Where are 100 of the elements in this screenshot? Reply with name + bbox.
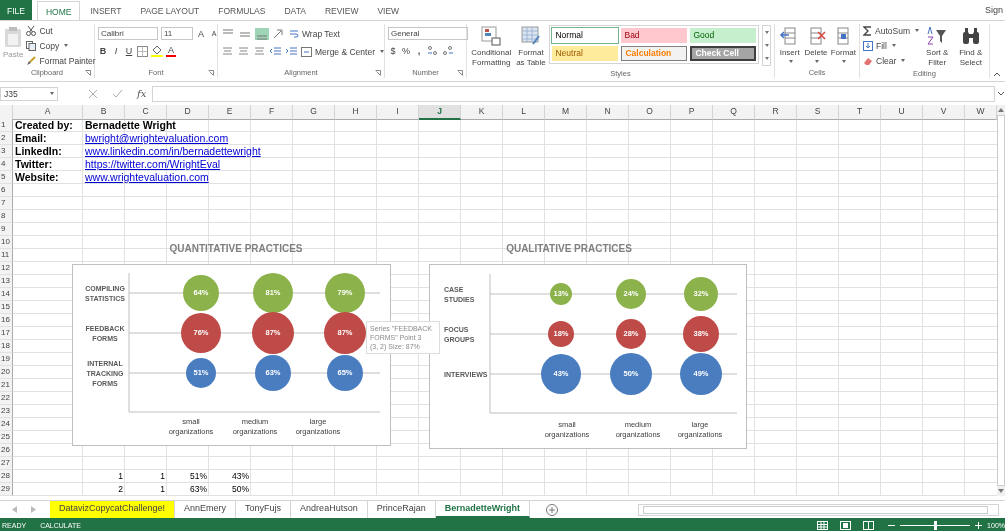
column-header[interactable]: U bbox=[881, 105, 923, 120]
column-header[interactable]: W bbox=[965, 105, 997, 120]
text-orientation-icon[interactable] bbox=[272, 27, 286, 40]
row-number[interactable]: 16 bbox=[0, 314, 13, 327]
column-header[interactable]: M bbox=[545, 105, 587, 120]
ribbon-tab[interactable]: PAGE LAYOUT bbox=[131, 0, 209, 20]
column-header[interactable]: V bbox=[923, 105, 965, 120]
column-header[interactable]: P bbox=[671, 105, 713, 120]
italic-button[interactable]: I bbox=[111, 46, 121, 56]
format-painter-button[interactable]: Format Painter bbox=[26, 54, 96, 67]
row-number[interactable]: 26 bbox=[0, 444, 13, 457]
clear-button[interactable]: Clear bbox=[863, 54, 919, 67]
enter-icon[interactable] bbox=[112, 88, 123, 99]
cell-style-option[interactable]: Good bbox=[690, 28, 757, 43]
row-number[interactable]: 23 bbox=[0, 405, 13, 418]
copy-button[interactable]: Copy bbox=[26, 39, 96, 52]
row-number[interactable]: 21 bbox=[0, 379, 13, 392]
column-header[interactable]: E bbox=[209, 105, 251, 120]
horizontal-scrollbar[interactable] bbox=[638, 503, 999, 516]
row-number[interactable]: 20 bbox=[0, 366, 13, 379]
sheet-tab[interactable]: DatavizCopycatChallenge! bbox=[50, 501, 176, 518]
decrease-decimal-icon[interactable] bbox=[442, 45, 454, 56]
row-number[interactable]: 22 bbox=[0, 392, 13, 405]
formula-input[interactable] bbox=[152, 85, 995, 102]
column-header[interactable]: N bbox=[587, 105, 629, 120]
ribbon-tab[interactable]: REVIEW bbox=[315, 0, 368, 20]
dialog-launcher-icon[interactable] bbox=[208, 70, 214, 76]
currency-button[interactable]: $ bbox=[388, 45, 398, 56]
row-number[interactable]: 2 bbox=[0, 132, 13, 145]
row-number[interactable]: 9 bbox=[0, 223, 13, 236]
gallery-scrollbar[interactable] bbox=[762, 25, 771, 66]
collapse-ribbon-icon[interactable] bbox=[993, 72, 1001, 77]
ribbon-tab[interactable]: DATA bbox=[275, 0, 315, 20]
row-number[interactable]: 25 bbox=[0, 431, 13, 444]
new-sheet-icon[interactable] bbox=[546, 503, 559, 516]
sort-filter-button[interactable]: Sort & Filter bbox=[921, 24, 953, 68]
hyperlink[interactable]: https://twitter.com/WrightEval bbox=[85, 158, 221, 170]
column-header[interactable]: S bbox=[797, 105, 839, 120]
row-number[interactable]: 29 bbox=[0, 483, 13, 496]
row-number[interactable]: 3 bbox=[0, 145, 13, 158]
column-header[interactable]: J bbox=[419, 105, 461, 120]
column-header[interactable]: G bbox=[293, 105, 335, 120]
find-select-button[interactable]: Find & Select bbox=[955, 24, 986, 68]
dialog-launcher-icon[interactable] bbox=[375, 70, 381, 76]
hyperlink[interactable]: www.wrightevaluation.com bbox=[85, 171, 209, 183]
bold-button[interactable]: B bbox=[98, 46, 108, 56]
percent-button[interactable]: % bbox=[401, 45, 411, 56]
conditional-formatting-button[interactable]: Conditional Formatting bbox=[470, 24, 513, 68]
ribbon-tab[interactable]: INSERT bbox=[81, 0, 131, 20]
cell-style-option[interactable]: Neutral bbox=[552, 46, 619, 61]
insert-function-button[interactable]: fx bbox=[137, 88, 147, 99]
normal-view-icon[interactable] bbox=[817, 520, 829, 530]
column-header[interactable]: H bbox=[335, 105, 377, 120]
column-header[interactable]: B bbox=[83, 105, 125, 120]
row-number[interactable]: 6 bbox=[0, 184, 13, 197]
dialog-launcher-icon[interactable] bbox=[457, 70, 463, 76]
wrap-text-button[interactable]: Wrap Text bbox=[289, 27, 340, 40]
row-number[interactable]: 24 bbox=[0, 418, 13, 431]
row-number[interactable]: 12 bbox=[0, 262, 13, 275]
column-header[interactable]: I bbox=[377, 105, 419, 120]
row-number[interactable]: 10 bbox=[0, 236, 13, 249]
cut-button[interactable]: Cut bbox=[26, 24, 96, 37]
sign-in-link[interactable]: Sign bbox=[985, 5, 1003, 15]
previous-sheet-icon[interactable] bbox=[12, 506, 18, 513]
zoom-in-icon[interactable] bbox=[975, 521, 983, 529]
vertical-scrollbar[interactable] bbox=[997, 105, 1005, 496]
font-color-button[interactable]: A bbox=[166, 45, 176, 57]
ribbon-tab[interactable]: FILE bbox=[0, 0, 32, 20]
row-number[interactable]: 28 bbox=[0, 470, 13, 483]
column-header[interactable]: O bbox=[629, 105, 671, 120]
comma-style-button[interactable]: , bbox=[414, 45, 424, 56]
column-header[interactable]: D bbox=[167, 105, 209, 120]
fill-button[interactable]: Fill bbox=[863, 39, 919, 52]
row-number[interactable]: 15 bbox=[0, 301, 13, 314]
name-box[interactable]: J35 bbox=[0, 86, 58, 101]
column-header[interactable]: T bbox=[839, 105, 881, 120]
column-header[interactable]: F bbox=[251, 105, 293, 120]
font-name-dropdown[interactable]: Calibri bbox=[98, 27, 158, 40]
expand-icon[interactable] bbox=[997, 91, 1005, 96]
column-header[interactable]: Q bbox=[713, 105, 755, 120]
column-header[interactable]: K bbox=[461, 105, 503, 120]
merge-center-button[interactable]: Merge & Center bbox=[301, 45, 384, 58]
grow-font-button[interactable]: A bbox=[196, 28, 206, 39]
increase-indent-icon[interactable] bbox=[285, 46, 298, 57]
row-number[interactable]: 4 bbox=[0, 158, 13, 171]
next-sheet-icon[interactable] bbox=[30, 506, 36, 513]
underline-button[interactable]: U bbox=[124, 46, 134, 56]
autosum-button[interactable]: AutoSum bbox=[863, 24, 919, 37]
row-number[interactable]: 14 bbox=[0, 288, 13, 301]
column-header[interactable]: C bbox=[125, 105, 167, 120]
ribbon-tab[interactable]: FORMULAS bbox=[209, 0, 275, 20]
format-button[interactable]: Format bbox=[830, 24, 856, 63]
row-number[interactable]: 1 bbox=[0, 119, 13, 132]
vertical-align-icon[interactable] bbox=[255, 27, 269, 40]
column-header[interactable]: A bbox=[13, 105, 83, 120]
fill-color-icon[interactable] bbox=[151, 45, 163, 57]
hyperlink[interactable]: www.linkedin.com/in/bernadettewright bbox=[85, 145, 261, 157]
ribbon-tab[interactable]: VIEW bbox=[368, 0, 409, 20]
sheet-tab[interactable]: BernadetteWright bbox=[435, 501, 531, 518]
increase-decimal-icon[interactable] bbox=[427, 45, 439, 56]
